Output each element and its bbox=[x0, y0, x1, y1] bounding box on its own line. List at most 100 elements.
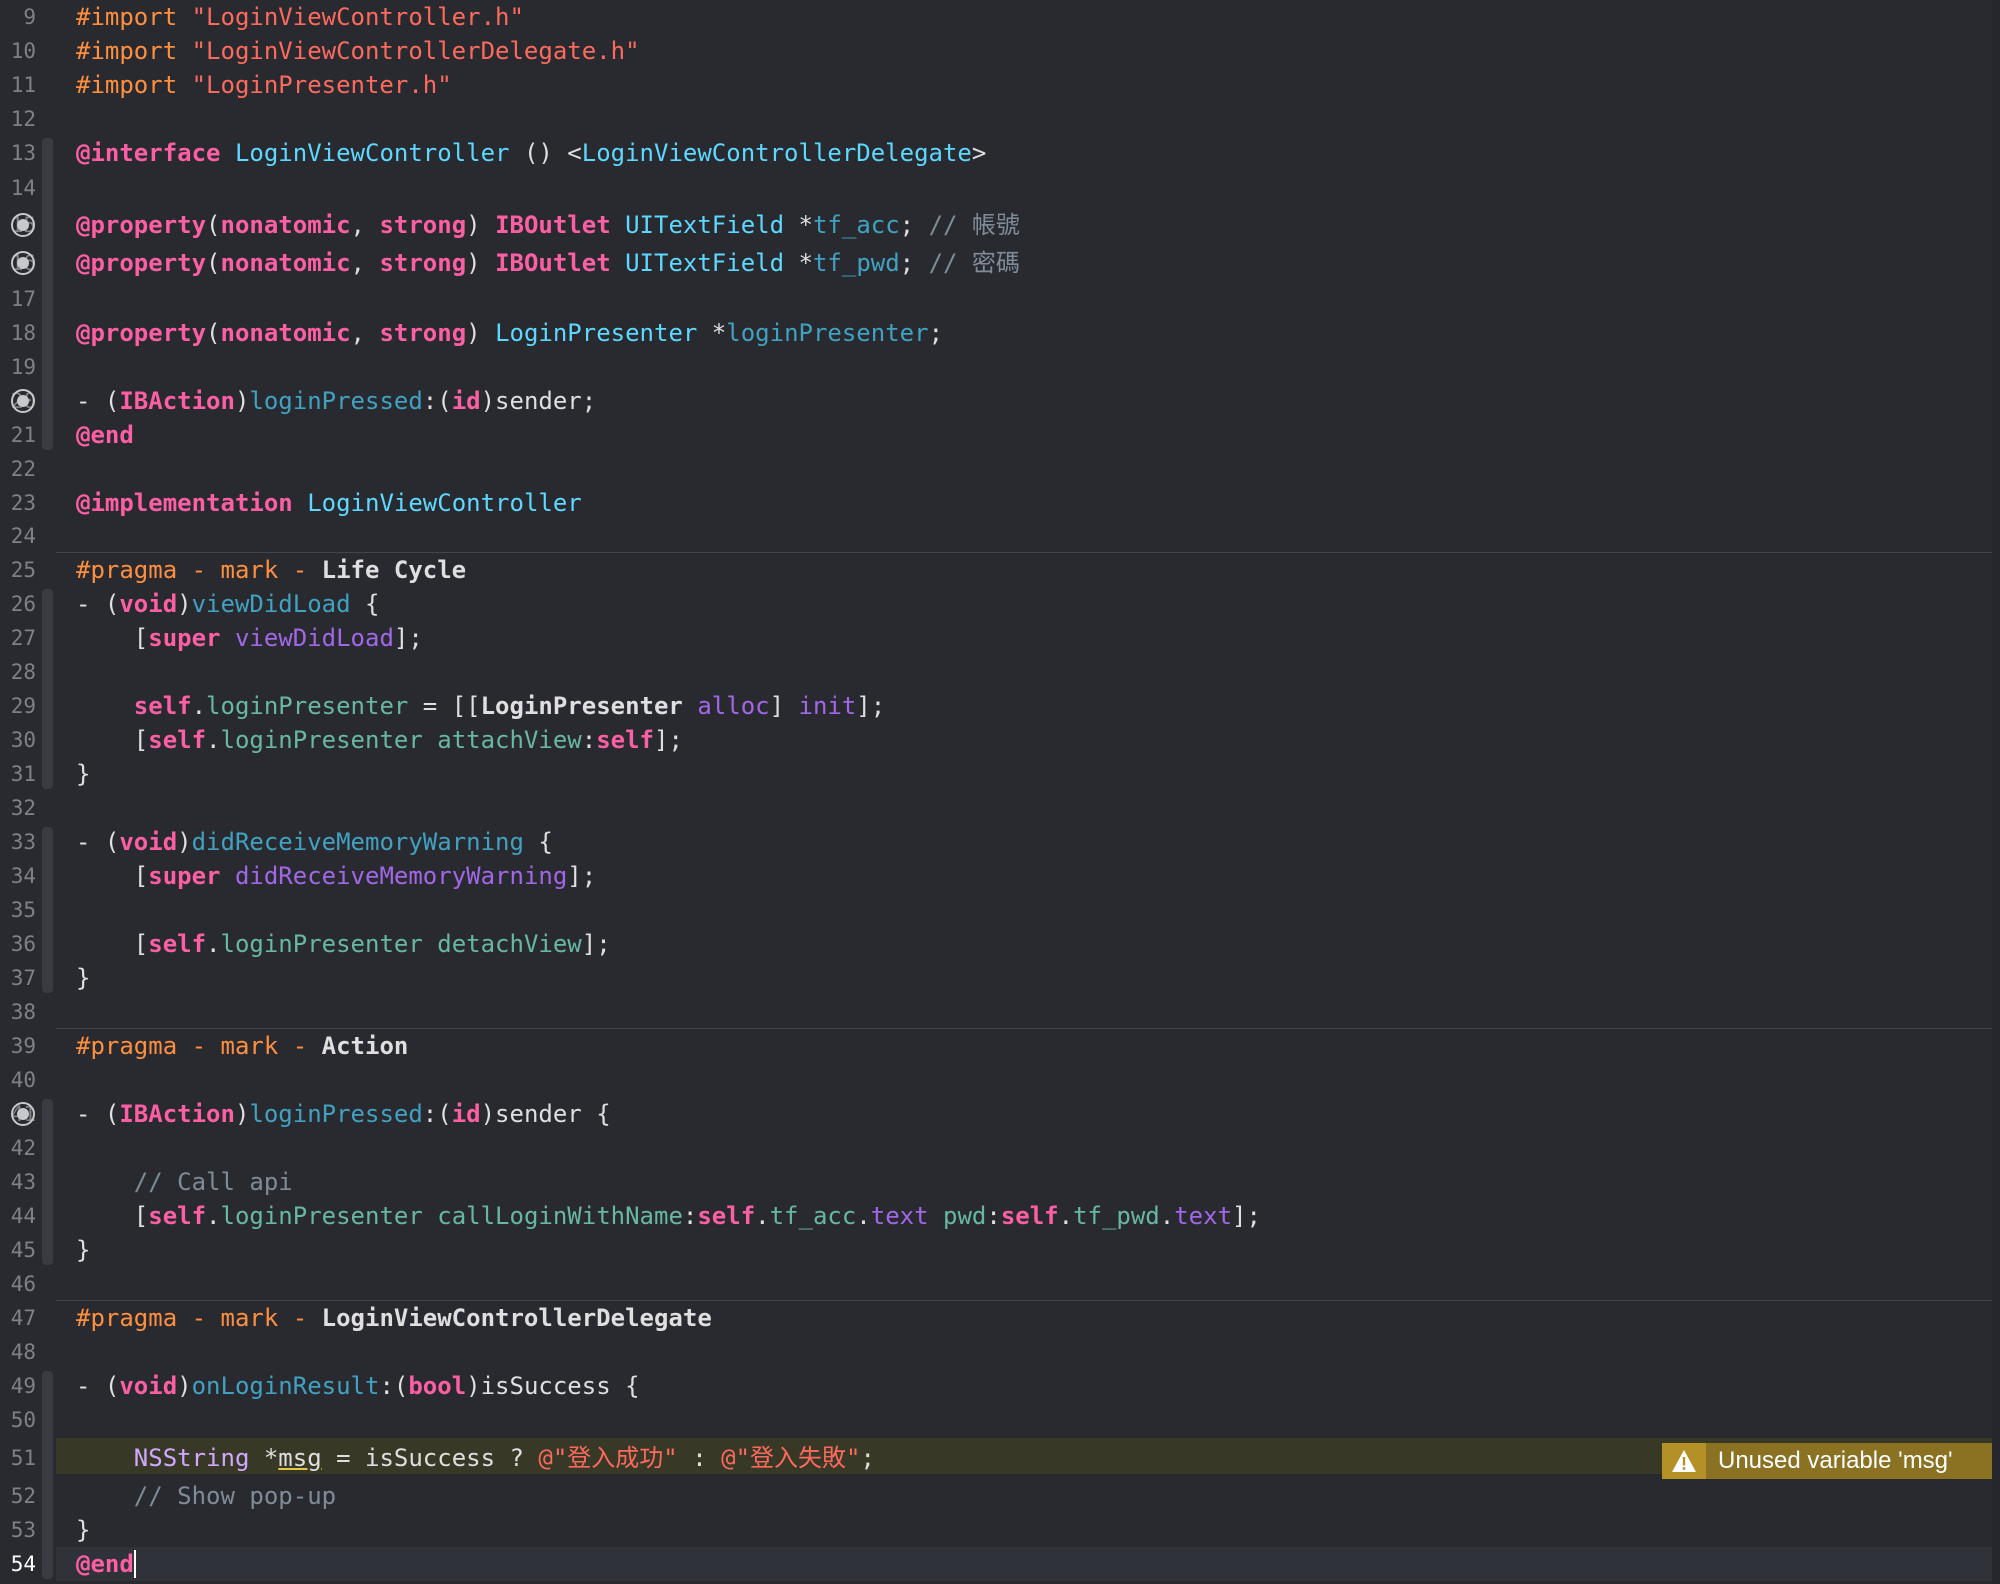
line-number[interactable]: 46 bbox=[0, 1267, 36, 1301]
code-line[interactable]: 9 #import "LoginViewController.h" bbox=[0, 0, 1992, 34]
code-text: @interface LoginViewController () <Login… bbox=[76, 139, 987, 167]
line-number[interactable]: 13 bbox=[0, 136, 36, 170]
line-number[interactable]: 50 bbox=[0, 1403, 36, 1437]
code-line[interactable]: 17 bbox=[0, 282, 1992, 316]
line-number[interactable]: 28 bbox=[0, 655, 36, 689]
line-number[interactable]: 36 bbox=[0, 927, 36, 961]
code-line[interactable]: 24 bbox=[0, 520, 1992, 553]
line-number[interactable]: 23 bbox=[0, 486, 36, 520]
code-line[interactable]: 39 #pragma - mark - Action bbox=[0, 1029, 1992, 1063]
line-number[interactable]: 45 bbox=[0, 1233, 36, 1267]
code-line[interactable]: 35 bbox=[0, 893, 1992, 927]
line-number[interactable]: 9 bbox=[0, 0, 36, 34]
code-line[interactable]: 22 bbox=[0, 452, 1992, 486]
code-line[interactable]: 52 // Show pop-up bbox=[0, 1479, 1992, 1513]
code-line[interactable]: 16 @property(nonatomic, strong) IBOutlet … bbox=[0, 244, 1992, 282]
warning-badge[interactable]: Unused variable 'msg' bbox=[1662, 1443, 1992, 1479]
line-number[interactable]: 40 bbox=[0, 1063, 36, 1097]
code-line[interactable]: 12 bbox=[0, 102, 1992, 136]
outlet-connection-icon[interactable] bbox=[11, 1102, 35, 1126]
code-line[interactable]: 27 [super viewDidLoad]; bbox=[0, 621, 1992, 655]
line-number[interactable]: 21 bbox=[0, 418, 36, 452]
code-line[interactable]: 28 bbox=[0, 655, 1992, 689]
code-line[interactable]: 41- (IBAction)loginPressed:(id)sender { bbox=[0, 1097, 1992, 1131]
line-number[interactable]: 51 bbox=[0, 1437, 36, 1479]
line-number[interactable]: 18 bbox=[0, 316, 36, 350]
line-number[interactable]: 10 bbox=[0, 34, 36, 68]
code-line[interactable]: 53} bbox=[0, 1513, 1992, 1547]
line-number[interactable]: 52 bbox=[0, 1479, 36, 1513]
code-line[interactable]: 20- (IBAction)loginPressed:(id)sender; bbox=[0, 384, 1992, 418]
code-line[interactable]: 46 bbox=[0, 1267, 1992, 1301]
line-number[interactable]: 14 bbox=[0, 170, 36, 206]
code-line[interactable]: 26 - (void)viewDidLoad { bbox=[0, 587, 1992, 621]
code-line[interactable]: 30 [self.loginPresenter attachView:self]… bbox=[0, 723, 1992, 757]
code-line[interactable]: 44 [self.loginPresenter callLoginWithNam… bbox=[0, 1199, 1992, 1233]
code-line[interactable]: 54 @end bbox=[0, 1547, 1992, 1581]
code-line[interactable]: 37} bbox=[0, 961, 1992, 995]
code-line[interactable]: 11 #import "LoginPresenter.h" bbox=[0, 68, 1992, 102]
code-line[interactable]: 47 #pragma - mark - LoginViewControllerDe… bbox=[0, 1301, 1992, 1335]
code-line[interactable]: 42 bbox=[0, 1131, 1992, 1165]
code-line[interactable]: 43 // Call api bbox=[0, 1165, 1992, 1199]
line-number[interactable]: 42 bbox=[0, 1131, 36, 1165]
line-number[interactable]: 48 bbox=[0, 1335, 36, 1369]
code-line[interactable]: 36 [self.loginPresenter detachView]; bbox=[0, 927, 1992, 961]
line-number[interactable]: 34 bbox=[0, 859, 36, 893]
line-number[interactable]: 54 bbox=[0, 1547, 36, 1581]
line-number[interactable]: 53 bbox=[0, 1513, 36, 1547]
scrollbar[interactable] bbox=[1992, 0, 2000, 1584]
code-line[interactable]: 19 bbox=[0, 350, 1992, 384]
code-line[interactable]: 45} bbox=[0, 1233, 1992, 1267]
code-editor[interactable]: 9 #import "LoginViewController.h" 10 #impor… bbox=[0, 0, 2000, 1584]
line-number[interactable]: 30 bbox=[0, 723, 36, 757]
code-text: - (IBAction)loginPressed:(id)sender; bbox=[76, 387, 597, 415]
line-number[interactable]: 27 bbox=[0, 621, 36, 655]
line-number[interactable]: 49 bbox=[0, 1369, 36, 1403]
line-number[interactable]: 35 bbox=[0, 893, 36, 927]
code-line[interactable]: 49 - (void)onLoginResult:(bool)isSuccess … bbox=[0, 1369, 1992, 1403]
line-number[interactable]: 38 bbox=[0, 995, 36, 1029]
line-number[interactable]: 39 bbox=[0, 1029, 36, 1063]
warning-message: Unused variable 'msg' bbox=[1718, 1447, 1953, 1474]
code-line[interactable]: 34 [super didReceiveMemoryWarning]; bbox=[0, 859, 1992, 893]
line-number[interactable]: 26 bbox=[0, 587, 36, 621]
code-line[interactable]: 32 bbox=[0, 791, 1992, 825]
outlet-connection-icon[interactable] bbox=[11, 251, 35, 275]
code-line[interactable]: 13 @interface LoginViewController () <Log… bbox=[0, 136, 1992, 170]
code-line[interactable]: 31} bbox=[0, 757, 1992, 791]
line-number[interactable]: 22 bbox=[0, 452, 36, 486]
code-line[interactable]: 25 #pragma - mark - Life Cycle bbox=[0, 553, 1992, 587]
code-line[interactable]: 50 bbox=[0, 1403, 1992, 1437]
outlet-connection-icon[interactable] bbox=[11, 213, 35, 237]
line-number[interactable]: 25 bbox=[0, 553, 36, 587]
code-line[interactable]: 10 #import "LoginViewControllerDelegate.h… bbox=[0, 34, 1992, 68]
code-text: #import "LoginViewControllerDelegate.h" bbox=[76, 37, 640, 65]
code-line[interactable]: 29 self.loginPresenter = [[LoginPresente… bbox=[0, 689, 1992, 723]
line-number[interactable]: 12 bbox=[0, 102, 36, 136]
line-number[interactable]: 11 bbox=[0, 68, 36, 102]
code-line[interactable]: 21 @end bbox=[0, 418, 1992, 452]
code-text: @property(nonatomic, strong) IBOutlet UI… bbox=[76, 249, 1020, 277]
line-number[interactable]: 32 bbox=[0, 791, 36, 825]
code-line[interactable]: 48 bbox=[0, 1335, 1992, 1369]
code-line[interactable]: 38 bbox=[0, 995, 1992, 1029]
line-number[interactable]: 29 bbox=[0, 689, 36, 723]
code-line[interactable]: 15 @property(nonatomic, strong) IBOutlet … bbox=[0, 206, 1992, 244]
line-number[interactable]: 33 bbox=[0, 825, 36, 859]
line-number[interactable]: 47 bbox=[0, 1301, 36, 1335]
outlet-connection-icon[interactable] bbox=[11, 389, 35, 413]
line-number[interactable]: 43 bbox=[0, 1165, 36, 1199]
line-number[interactable]: 19 bbox=[0, 350, 36, 384]
line-number[interactable]: 17 bbox=[0, 282, 36, 316]
code-line[interactable]: 40 bbox=[0, 1063, 1992, 1097]
code-line[interactable]: 23 @implementation LoginViewController bbox=[0, 486, 1992, 520]
code-line[interactable]: 33 - (void)didReceiveMemoryWarning { bbox=[0, 825, 1992, 859]
code-line[interactable]: 14 bbox=[0, 170, 1992, 206]
code-line[interactable]: 18 @property(nonatomic, strong) LoginPres… bbox=[0, 316, 1992, 350]
code-text: #pragma - mark - Life Cycle bbox=[76, 556, 467, 584]
line-number[interactable]: 44 bbox=[0, 1199, 36, 1233]
line-number[interactable]: 31 bbox=[0, 757, 36, 791]
line-number[interactable]: 24 bbox=[0, 520, 36, 553]
line-number[interactable]: 37 bbox=[0, 961, 36, 995]
